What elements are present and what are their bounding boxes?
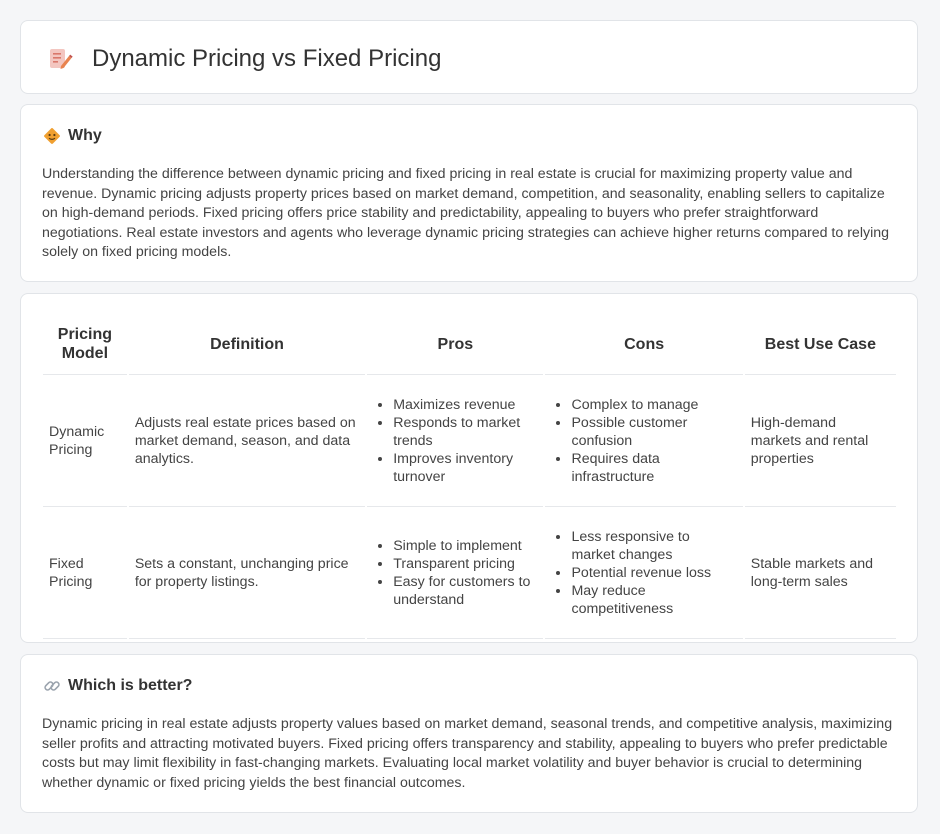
why-heading-row: Why bbox=[43, 126, 102, 146]
pros-cell: Simple to implement Transparent pricing … bbox=[367, 507, 544, 639]
best-use-cell: Stable markets and long-term sales bbox=[744, 507, 896, 639]
column-header: Pros bbox=[367, 314, 544, 375]
list-item: May reduce competitiveness bbox=[571, 582, 736, 618]
list-item: Possible customer confusion bbox=[571, 414, 736, 450]
list-item: Maximizes revenue bbox=[393, 396, 537, 414]
list-item: Easy for customers to understand bbox=[393, 573, 537, 609]
list-item: Requires data infrastructure bbox=[571, 450, 736, 486]
pros-cell: Maximizes revenue Responds to market tre… bbox=[367, 375, 544, 507]
table-header-row: Pricing Model Definition Pros Cons Best … bbox=[43, 314, 896, 375]
cons-list: Less responsive to market changes Potent… bbox=[551, 528, 736, 618]
comparison-table-card: Pricing Model Definition Pros Cons Best … bbox=[20, 293, 918, 643]
page-title: Dynamic Pricing vs Fixed Pricing bbox=[92, 45, 442, 72]
table-row: Dynamic Pricing Adjusts real estate pric… bbox=[43, 375, 896, 507]
list-item: Responds to market trends bbox=[393, 414, 537, 450]
list-item: Simple to implement bbox=[393, 537, 537, 555]
list-item: Complex to manage bbox=[571, 396, 736, 414]
which-is-better-section: Which is better? Dynamic pricing in real… bbox=[20, 654, 918, 813]
cons-cell: Complex to manage Possible customer conf… bbox=[545, 375, 743, 507]
definition-cell: Adjusts real estate prices based on mark… bbox=[128, 375, 366, 507]
pros-list: Maximizes revenue Responds to market tre… bbox=[373, 396, 537, 486]
better-heading-row: Which is better? bbox=[43, 676, 192, 696]
list-item: Improves inventory turnover bbox=[393, 450, 537, 486]
column-header: Cons bbox=[545, 314, 743, 375]
why-section: Why Understanding the difference between… bbox=[20, 104, 918, 282]
pricing-model-cell: Fixed Pricing bbox=[43, 507, 127, 639]
column-header: Pricing Model bbox=[43, 314, 127, 375]
column-header: Best Use Case bbox=[744, 314, 896, 375]
list-item: Transparent pricing bbox=[393, 555, 537, 573]
cons-cell: Less responsive to market changes Potent… bbox=[545, 507, 743, 639]
document-pencil-icon bbox=[50, 49, 73, 69]
list-item: Potential revenue loss bbox=[571, 564, 736, 582]
link-icon bbox=[44, 681, 60, 691]
best-use-cell: High-demand markets and rental propertie… bbox=[744, 375, 896, 507]
why-heading: Why bbox=[68, 127, 102, 144]
diamond-warning-icon bbox=[44, 128, 60, 144]
cons-list: Complex to manage Possible customer conf… bbox=[551, 396, 736, 486]
table-row: Fixed Pricing Sets a constant, unchangin… bbox=[43, 507, 896, 639]
better-heading: Which is better? bbox=[68, 677, 193, 694]
column-header: Definition bbox=[128, 314, 366, 375]
why-text: Understanding the difference between dyn… bbox=[42, 166, 889, 261]
definition-cell: Sets a constant, unchanging price for pr… bbox=[128, 507, 366, 639]
better-text: Dynamic pricing in real estate adjusts p… bbox=[42, 716, 893, 791]
pricing-model-cell: Dynamic Pricing bbox=[43, 375, 127, 507]
list-item: Less responsive to market changes bbox=[571, 528, 736, 564]
comparison-table: Pricing Model Definition Pros Cons Best … bbox=[41, 314, 898, 639]
pros-list: Simple to implement Transparent pricing … bbox=[373, 537, 537, 609]
header-card: Dynamic Pricing vs Fixed Pricing bbox=[20, 20, 918, 94]
